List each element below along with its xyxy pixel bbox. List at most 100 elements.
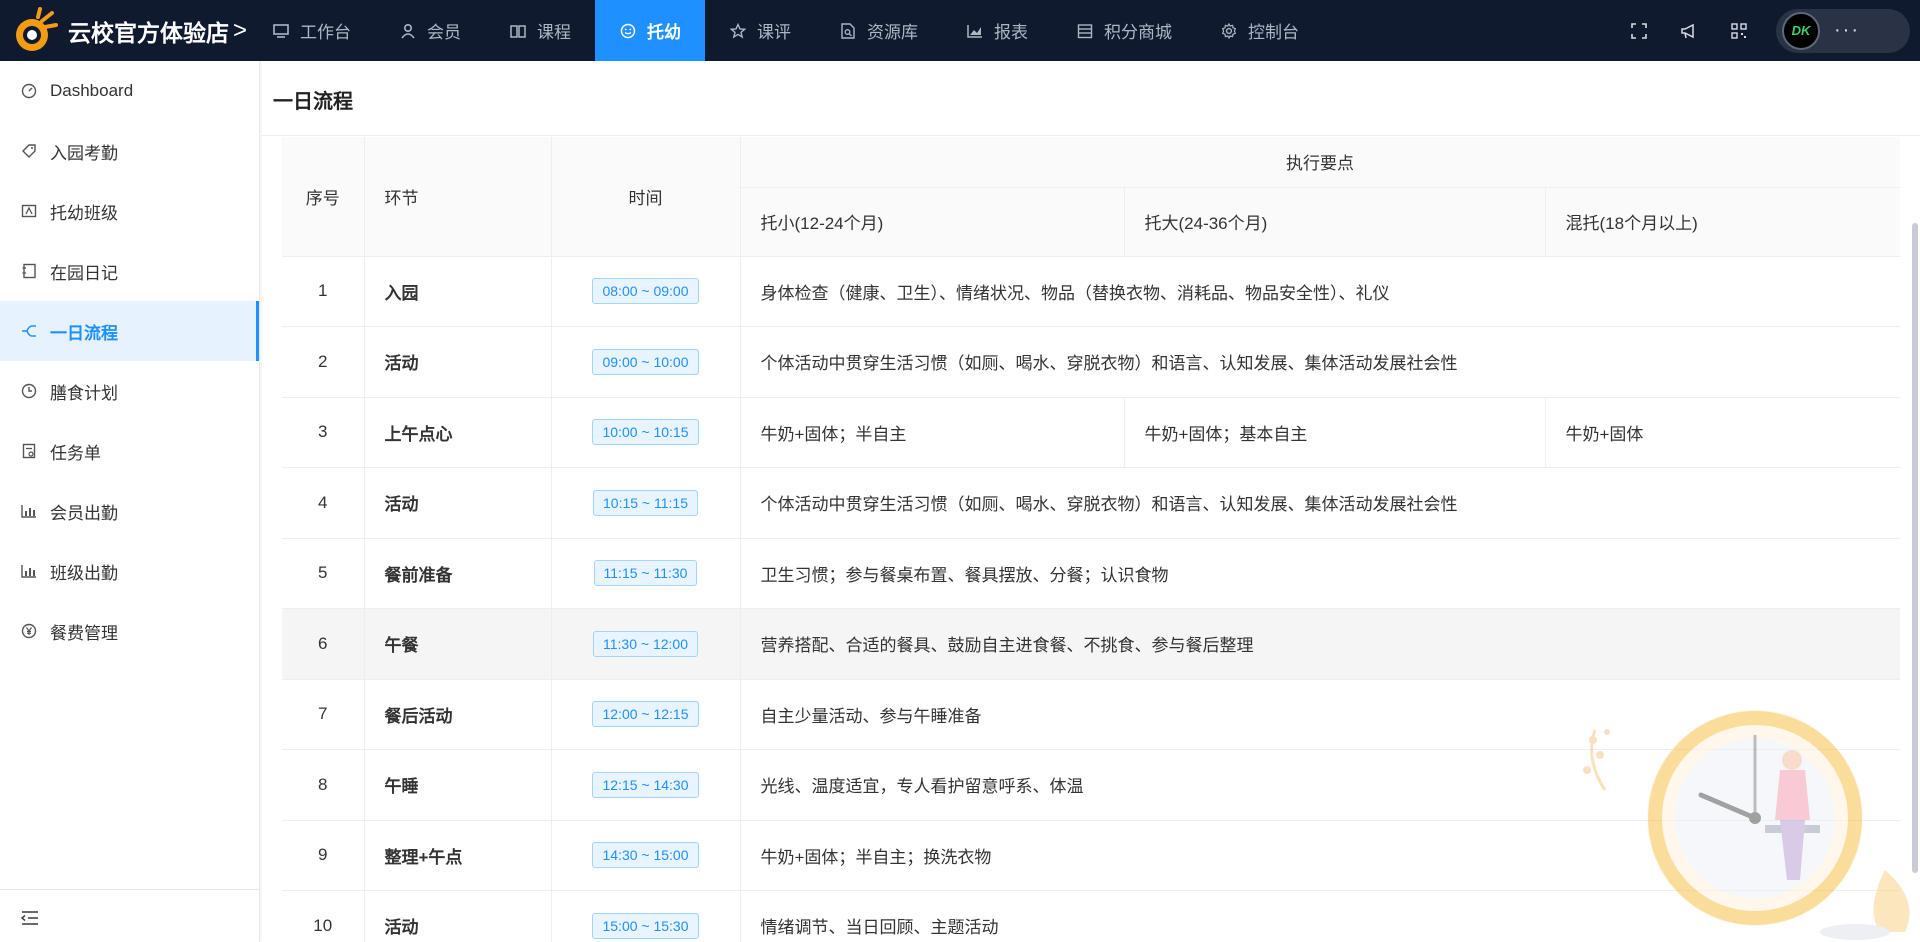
table-row[interactable]: 5 餐前准备 11:15 ~ 11:30 卫生习惯；参与餐桌布置、餐具摆放、分餐… bbox=[282, 538, 1900, 609]
row-time-cell: 11:30 ~ 12:00 bbox=[551, 608, 741, 680]
row-time-cell: 11:15 ~ 11:30 bbox=[551, 538, 741, 609]
nav-item-workbench[interactable]: 工作台 bbox=[262, 0, 375, 61]
table-row[interactable]: 1 入园 08:00 ~ 09:00 身体检查（健康、卫生）、情绪状况、物品（替… bbox=[282, 256, 1900, 327]
row-step: 活动 bbox=[364, 326, 552, 398]
table-row[interactable]: 10 活动 15:00 ~ 15:30 情绪调节、当日回顾、主题活动 bbox=[282, 890, 1900, 942]
user-menu[interactable]: DK ··· bbox=[1776, 8, 1910, 53]
clock-icon bbox=[20, 382, 38, 400]
row-index: 5 bbox=[282, 538, 365, 609]
table-row[interactable]: 6 午餐 11:30 ~ 12:00 营养搭配、合适的餐具、鼓励自主进食餐、不挑… bbox=[282, 608, 1900, 680]
gear-icon bbox=[1220, 22, 1238, 40]
table-row[interactable]: 8 午睡 12:15 ~ 14:30 光线、温度适宜，专人看护留意呼系、体温 bbox=[282, 749, 1900, 821]
nav-item-nursery[interactable]: 托幼 bbox=[595, 0, 705, 61]
brand[interactable]: 云校官方体验店 > bbox=[0, 0, 262, 61]
sidebar-item-class-attendance[interactable]: 班级出勤 bbox=[0, 541, 259, 601]
sidebar-item-label: 膳食计划 bbox=[50, 383, 118, 403]
more-icon: ··· bbox=[1834, 19, 1860, 41]
nav-item-points-mall[interactable]: 积分商城 bbox=[1052, 0, 1196, 61]
scrollbar-thumb[interactable] bbox=[1912, 223, 1918, 873]
sidebar-item-member-attendance[interactable]: 会员出勤 bbox=[0, 481, 259, 541]
yen-icon bbox=[20, 622, 38, 640]
nav-label: 控制台 bbox=[1248, 23, 1299, 42]
row-index: 3 bbox=[282, 397, 365, 468]
table-row[interactable]: 4 活动 10:15 ~ 11:15 个体活动中贯穿生活习惯（如厕、喝水、穿脱衣… bbox=[282, 467, 1900, 539]
time-tag: 14:30 ~ 15:00 bbox=[592, 842, 699, 869]
row-time-cell: 12:00 ~ 12:15 bbox=[551, 679, 741, 750]
chevron-right-icon: > bbox=[233, 16, 248, 44]
row-notes: 自主少量活动、参与午睡准备 bbox=[740, 679, 1900, 750]
sidebar-item-diary[interactable]: 在园日记 bbox=[0, 241, 259, 301]
row-step: 活动 bbox=[364, 467, 552, 539]
sidebar-item-label: 会员出勤 bbox=[50, 503, 118, 523]
header-index: 序号 bbox=[282, 137, 365, 257]
time-tag: 09:00 ~ 10:00 bbox=[592, 348, 699, 375]
chart-icon bbox=[966, 22, 984, 40]
star-icon bbox=[729, 22, 747, 40]
book-icon bbox=[509, 22, 527, 40]
time-tag: 12:00 ~ 12:15 bbox=[592, 701, 699, 728]
file-search-icon bbox=[839, 22, 857, 40]
nav-item-resources[interactable]: 资源库 bbox=[815, 0, 942, 61]
vertical-scrollbar[interactable] bbox=[1910, 163, 1920, 942]
page-title: 一日流程 bbox=[273, 91, 353, 113]
class-icon bbox=[20, 202, 38, 220]
row-notes: 个体活动中贯穿生活习惯（如厕、喝水、穿脱衣物）和语言、认知发展、集体活动发展社会… bbox=[740, 467, 1900, 539]
fullscreen-icon[interactable] bbox=[1614, 0, 1664, 61]
sidebar-item-dashboard[interactable]: Dashboard bbox=[0, 61, 259, 121]
collapse-sidebar-icon[interactable] bbox=[20, 908, 40, 928]
row-index: 9 bbox=[282, 820, 365, 891]
sidebar-item-label: 餐费管理 bbox=[50, 623, 118, 643]
sidebar-item-label: 在园日记 bbox=[50, 263, 118, 283]
table-row[interactable]: 7 餐后活动 12:00 ~ 12:15 自主少量活动、参与午睡准备 bbox=[282, 679, 1900, 750]
bar-chart-icon bbox=[20, 502, 38, 520]
sidebar-item-meal-fees[interactable]: 餐费管理 bbox=[0, 601, 259, 661]
sidebar-item-label: 任务单 bbox=[50, 443, 101, 463]
task-icon bbox=[20, 442, 38, 460]
nav-label: 课程 bbox=[537, 23, 571, 42]
row-step: 活动 bbox=[364, 890, 552, 942]
time-tag: 15:00 ~ 15:30 bbox=[592, 912, 699, 939]
nav-label: 资源库 bbox=[867, 23, 918, 42]
row-notes: 光线、温度适宜，专人看护留意呼系、体温 bbox=[740, 749, 1900, 821]
header-toddler-small: 托小(12-24个月) bbox=[740, 187, 1125, 257]
brand-logo bbox=[12, 6, 60, 55]
row-index: 7 bbox=[282, 679, 365, 750]
header-time: 时间 bbox=[551, 137, 741, 257]
sidebar-item-daily-flow[interactable]: 一日流程 bbox=[0, 301, 259, 361]
row-notes: 个体活动中贯穿生活习惯（如厕、喝水、穿脱衣物）和语言、认知发展、集体活动发展社会… bbox=[740, 326, 1900, 398]
row-time-cell: 14:30 ~ 15:00 bbox=[551, 820, 741, 891]
sidebar-item-label: 一日流程 bbox=[50, 323, 118, 343]
nav-label: 积分商城 bbox=[1104, 23, 1172, 42]
nav-item-courses[interactable]: 课程 bbox=[485, 0, 595, 61]
row-notes: 营养搭配、合适的餐具、鼓励自主进食餐、不挑食、参与餐后整理 bbox=[740, 608, 1900, 680]
time-tag: 10:00 ~ 10:15 bbox=[592, 419, 699, 446]
row-index: 1 bbox=[282, 256, 365, 327]
avatar: DK bbox=[1782, 11, 1820, 50]
header-mixed: 混托(18个月以上) bbox=[1545, 187, 1900, 257]
nav-item-console[interactable]: 控制台 bbox=[1196, 0, 1323, 61]
row-time-cell: 10:00 ~ 10:15 bbox=[551, 397, 741, 468]
sidebar-item-label: Dashboard bbox=[50, 81, 134, 100]
sidebar-item-attendance[interactable]: 入园考勤 bbox=[0, 121, 259, 181]
nav-item-members[interactable]: 会员 bbox=[375, 0, 485, 61]
row-time-cell: 10:15 ~ 11:15 bbox=[551, 467, 741, 539]
nav-item-review[interactable]: 课评 bbox=[705, 0, 815, 61]
top-right-tools: DK ··· bbox=[1614, 0, 1920, 61]
table-row[interactable]: 3 上午点心 10:00 ~ 10:15 牛奶+固体；半自主 牛奶+固体；基本自… bbox=[282, 397, 1900, 468]
main-nav: 工作台 会员 课程 托幼 课评 资源库 报表 积分商城 控制台 bbox=[262, 0, 1323, 61]
sidebar-item-meal-plan[interactable]: 膳食计划 bbox=[0, 361, 259, 421]
row-time-cell: 09:00 ~ 10:00 bbox=[551, 326, 741, 398]
nav-item-reports[interactable]: 报表 bbox=[942, 0, 1052, 61]
user-icon bbox=[399, 22, 417, 40]
sidebar-item-tasks[interactable]: 任务单 bbox=[0, 421, 259, 481]
nav-label: 工作台 bbox=[300, 23, 351, 42]
row-time-cell: 15:00 ~ 15:30 bbox=[551, 890, 741, 942]
qrcode-icon[interactable] bbox=[1714, 0, 1764, 61]
row-index: 4 bbox=[282, 467, 365, 539]
smile-icon bbox=[619, 22, 637, 40]
table-row[interactable]: 9 整理+午点 14:30 ~ 15:00 牛奶+固体；半自主；换洗衣物 bbox=[282, 820, 1900, 891]
sidebar-item-classes[interactable]: 托幼班级 bbox=[0, 181, 259, 241]
row-step: 入园 bbox=[364, 256, 552, 327]
announcement-icon[interactable] bbox=[1664, 0, 1714, 61]
table-row[interactable]: 2 活动 09:00 ~ 10:00 个体活动中贯穿生活习惯（如厕、喝水、穿脱衣… bbox=[282, 326, 1900, 398]
